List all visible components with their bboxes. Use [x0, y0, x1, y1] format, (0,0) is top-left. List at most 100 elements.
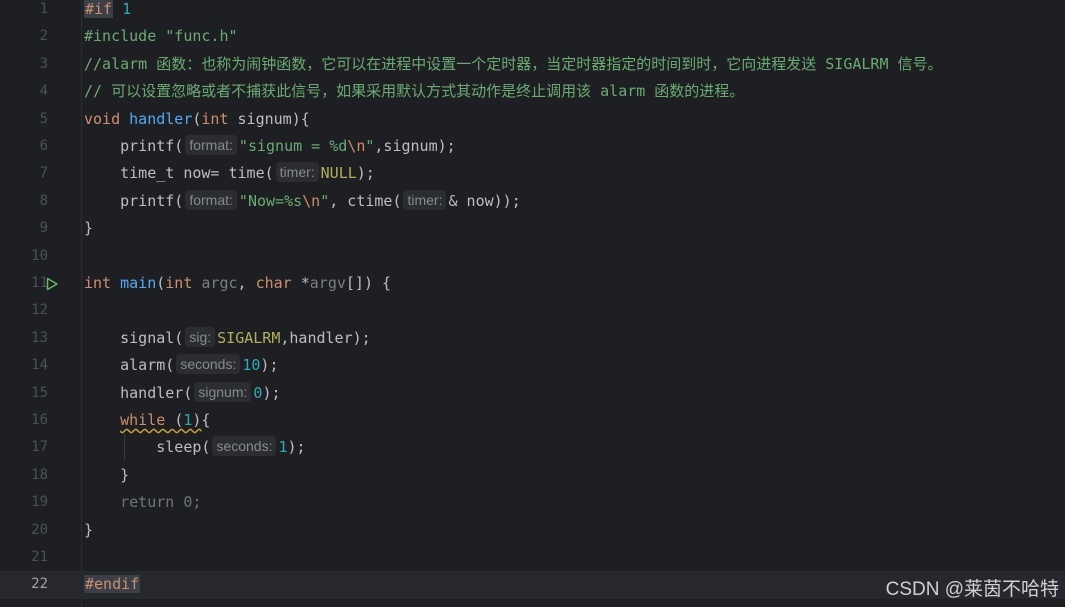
- code-text: ,handler);: [280, 328, 371, 347]
- parameter-hint: sig:: [185, 326, 216, 347]
- keyword: char: [255, 274, 292, 292]
- code-text: );: [287, 438, 306, 457]
- code-text: time_t now= time(: [120, 164, 274, 183]
- code-line[interactable]: 16 while (1){: [0, 407, 1065, 434]
- code-line[interactable]: 20 }: [0, 517, 1065, 544]
- watermark: CSDN @莱茵不哈特: [885, 579, 1059, 600]
- line-number: 1: [39, 1, 48, 17]
- code-line[interactable]: 14 alarm(seconds: 10);: [0, 352, 1065, 379]
- parameter-name: argv: [309, 274, 346, 292]
- line-number: 10: [31, 247, 48, 264]
- code-text: }: [120, 465, 130, 484]
- line-number: 15: [31, 384, 48, 401]
- number-literal: 1: [278, 438, 288, 457]
- number-literal: 1: [122, 0, 132, 18]
- keyword-with-warning[interactable]: while: [120, 411, 165, 429]
- code-text: & now));: [448, 191, 521, 210]
- code-text: handler(: [120, 383, 193, 402]
- code-text: printf(: [120, 137, 184, 155]
- parameter-name: argc: [192, 274, 238, 292]
- line-number: 3: [39, 55, 48, 72]
- code-text: }: [84, 219, 94, 238]
- code-line[interactable]: 13 signal(sig: SIGALRM,handler);: [0, 325, 1065, 352]
- line-number: 21: [31, 549, 48, 565]
- code-text: );: [356, 164, 375, 183]
- code-text: alarm(: [120, 356, 175, 375]
- code-line[interactable]: 4 // 可以设置忽略或者不捕获此信号，如果采用默认方式其动作是终止调用该 al…: [0, 78, 1065, 105]
- include-statement: #include "func.h": [84, 27, 238, 46]
- unreachable-code: return 0;: [120, 493, 202, 512]
- keyword: int: [201, 109, 229, 128]
- line-number: 18: [31, 466, 48, 483]
- line-number: 11: [31, 275, 48, 291]
- code-text: );: [262, 383, 281, 402]
- code-line[interactable]: 8 printf(format: "Now=%s\n", ctime(timer:…: [0, 188, 1065, 215]
- line-number: 22: [31, 576, 48, 593]
- code-line[interactable]: 7 time_t now= time(timer: NULL);: [0, 160, 1065, 187]
- comment: //alarm 函数：也称为闹钟函数，它可以在进程中设置一个定时器，当定时器指定…: [84, 54, 943, 73]
- preprocessor-directive: #endif: [84, 575, 141, 594]
- line-number: 14: [31, 357, 48, 374]
- code-line[interactable]: 10: [0, 243, 1065, 270]
- number-literal: 10: [242, 356, 261, 375]
- line-number: 12: [31, 302, 48, 319]
- preprocessor-directive: #if: [84, 0, 114, 18]
- macro: NULL: [320, 164, 357, 183]
- escape-sequence: \n: [302, 191, 321, 210]
- line-number: 6: [39, 138, 48, 154]
- parameter-hint: format:: [185, 135, 237, 155]
- line-number: 13: [31, 329, 48, 346]
- code-text: , ctime(: [329, 191, 402, 210]
- line-number: 7: [39, 165, 48, 182]
- code-text: *: [291, 274, 310, 292]
- line-number: 20: [31, 521, 48, 538]
- line-number: 4: [39, 83, 48, 100]
- code-text: );: [260, 356, 279, 375]
- run-gutter-icon[interactable]: [44, 276, 60, 292]
- code-line[interactable]: 12: [0, 297, 1065, 324]
- code-line[interactable]: 2 #include "func.h": [0, 23, 1065, 50]
- code-text: ,: [237, 274, 256, 292]
- code-text: []) {: [345, 274, 392, 292]
- code-line[interactable]: 11 int main(int argc, char *argv[]) {: [0, 270, 1065, 297]
- line-number: 19: [31, 494, 48, 511]
- parameter-hint: format:: [185, 189, 237, 210]
- parameter-hint: timer:: [275, 162, 319, 183]
- paren: (: [156, 274, 166, 292]
- code-line[interactable]: 15 handler(signum: 0);: [0, 380, 1065, 407]
- keyword: int: [84, 274, 112, 292]
- parameter-hint: timer:: [403, 189, 447, 210]
- parameter-hint: signum:: [194, 381, 252, 402]
- keyword: void: [84, 109, 121, 128]
- line-number: 16: [31, 412, 48, 428]
- code-text: ,signum);: [374, 137, 456, 155]
- code-text: printf(: [120, 191, 184, 210]
- macro: SIGALRM: [217, 328, 281, 347]
- code-text: {: [201, 411, 211, 429]
- string-literal: ": [320, 191, 330, 210]
- parameter-hint: seconds:: [176, 354, 241, 375]
- code-line[interactable]: 9 }: [0, 215, 1065, 242]
- code-text: sleep(: [156, 438, 211, 457]
- line-number: 5: [39, 110, 48, 127]
- code-line[interactable]: 3 //alarm 函数：也称为闹钟函数，它可以在进程中设置一个定时器，当定时器…: [0, 51, 1065, 78]
- code-line[interactable]: 17 sleep(seconds: 1);: [0, 434, 1065, 461]
- code-line[interactable]: 6 printf(format: "signum = %d\n",signum);: [0, 133, 1065, 160]
- line-number: 17: [31, 439, 48, 456]
- code-text: }: [84, 520, 94, 539]
- code-line[interactable]: 21: [0, 544, 1065, 571]
- code-line[interactable]: 19 return 0;: [0, 489, 1065, 516]
- function-name: handler: [129, 109, 193, 128]
- line-number: 9: [39, 220, 48, 237]
- code-text: signum){: [228, 109, 310, 128]
- keyword: int: [165, 274, 193, 292]
- code-text: signal(: [120, 328, 184, 347]
- line-number: 2: [39, 28, 48, 45]
- escape-sequence: \n: [347, 137, 366, 155]
- string-literal: "Now=%s: [238, 191, 303, 210]
- code-line[interactable]: 5 void handler(int signum){: [0, 106, 1065, 133]
- code-line[interactable]: 1 #if 1: [0, 0, 1065, 23]
- code-line[interactable]: 18 }: [0, 462, 1065, 489]
- line-number: 8: [39, 192, 48, 209]
